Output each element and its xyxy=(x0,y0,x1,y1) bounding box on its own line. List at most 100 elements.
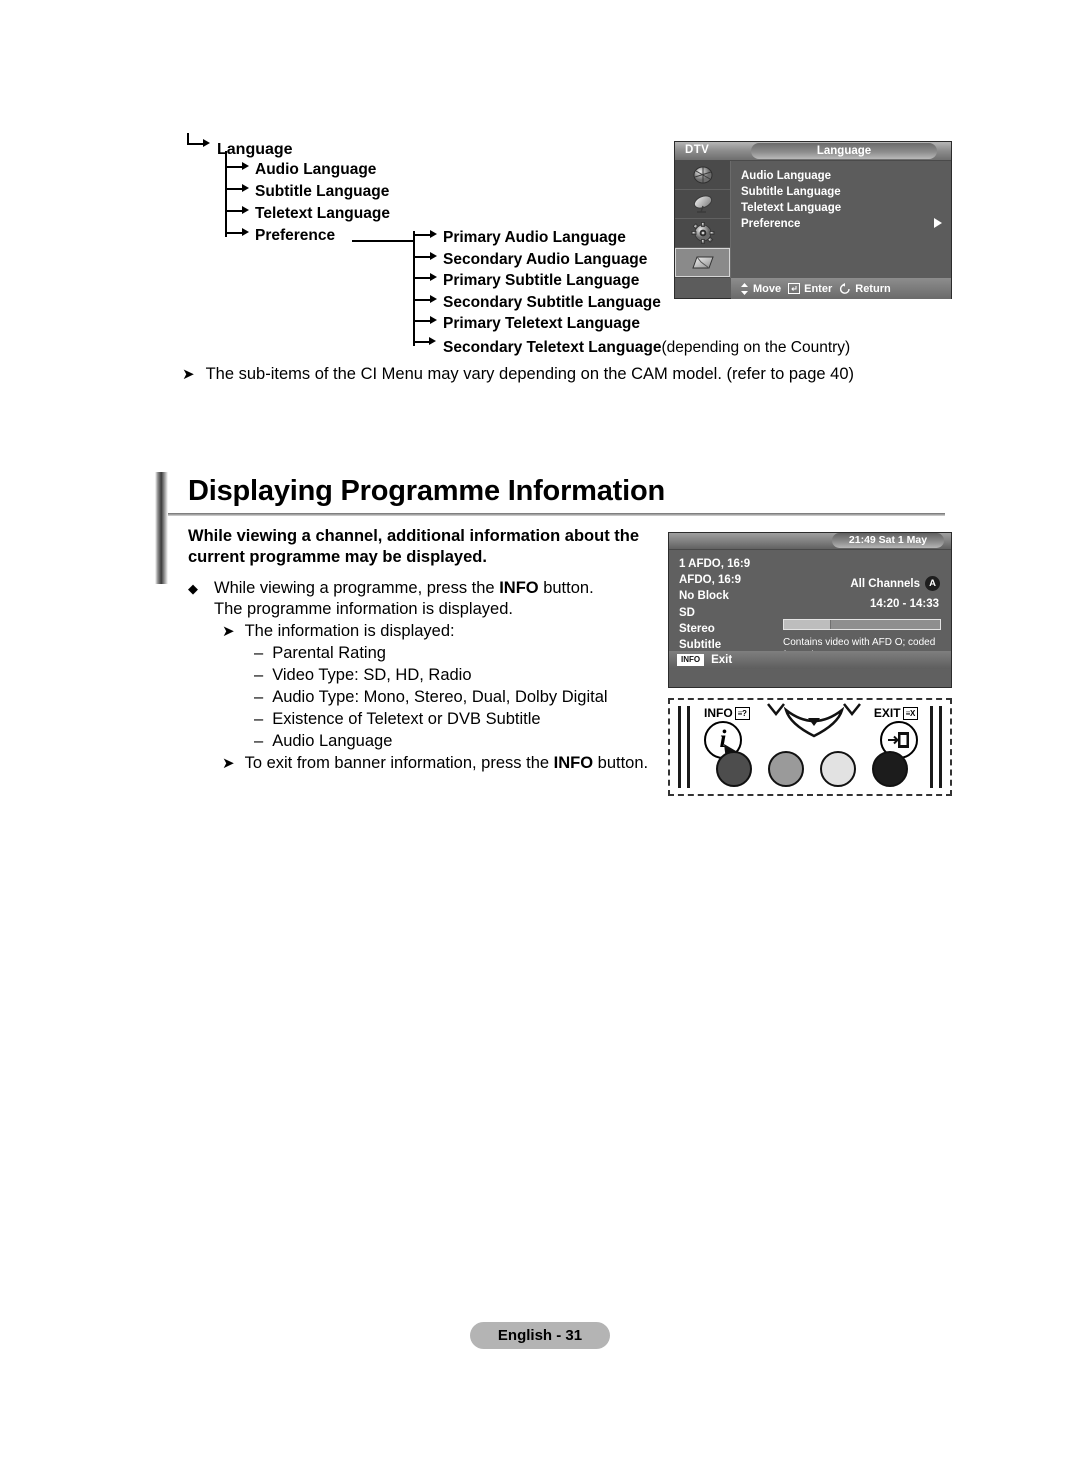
setup-icon xyxy=(691,256,714,268)
ci-menu-note-text: The sub-items of the CI Menu may vary de… xyxy=(205,365,854,383)
osd-menu-item-audio-language[interactable]: Audio Language xyxy=(741,168,946,184)
bullet-text: While viewing a programme, press the INF… xyxy=(214,578,594,620)
banner-titlebar: 21:49 Sat 1 May xyxy=(669,533,951,550)
dash-bullet-icon: – xyxy=(254,688,264,706)
osd-hint-move: Move xyxy=(740,282,782,295)
remote-edge-line xyxy=(939,706,942,788)
branch-arrow-icon xyxy=(224,204,250,218)
banner-footer-label: Exit xyxy=(711,654,733,666)
tv-osd-language-menu: DTV Language Audio Language Subtitle Lan… xyxy=(674,141,952,299)
osd-body: Audio Language Subtitle Language Teletex… xyxy=(675,161,951,299)
osd-hint-return: Return xyxy=(839,283,891,295)
branch-arrow-icon xyxy=(412,271,438,285)
remote-info-label: INFO xyxy=(704,706,733,720)
bullet-text-line2: The programme information is displayed. xyxy=(214,600,513,618)
exit-door-icon xyxy=(888,732,909,748)
osd-rail-item-sound[interactable] xyxy=(675,219,730,248)
subtree-item-label: Primary Audio Language xyxy=(443,229,626,246)
return-arrow-icon xyxy=(840,283,850,294)
osd-hint-label: Enter xyxy=(804,282,833,295)
gear-icon xyxy=(691,222,714,244)
branch-arrow-icon xyxy=(224,160,250,174)
page-title: Displaying Programme Information xyxy=(188,475,666,507)
banner-row-video-type: SD xyxy=(679,606,695,619)
osd-titlebar: DTV Language xyxy=(675,142,951,161)
banner-progress-fill xyxy=(784,620,831,629)
subtree-item-label: Primary Subtitle Language xyxy=(443,272,640,289)
tv-osd-programme-banner: 21:49 Sat 1 May 1 AFDO, 16:9 AFDO, 16:9 … xyxy=(668,532,952,688)
list-item-label: Video Type: SD, HD, Radio xyxy=(272,666,472,684)
remote-color-button-red[interactable] xyxy=(716,751,752,787)
branch-arrow-icon xyxy=(412,293,438,307)
list-item-label: Existence of Teletext or DVB Subtitle xyxy=(272,710,541,728)
tree-item-label: Subtitle Language xyxy=(255,183,390,200)
exit-teletext-chip-icon: ≡X xyxy=(902,706,918,720)
list-item: – Video Type: SD, HD, Radio xyxy=(254,664,658,686)
osd-menu-item-label: Audio Language xyxy=(741,170,832,182)
bullet-item-exit-banner: ➤ To exit from banner information, press… xyxy=(222,752,658,774)
list-item: – Parental Rating xyxy=(254,642,658,664)
remote-exit-label: EXIT xyxy=(873,706,901,720)
corner-arrow-icon xyxy=(186,133,212,154)
section-subtitle: While viewing a channel, additional info… xyxy=(188,527,640,566)
osd-icon-rail xyxy=(675,161,731,278)
tree-item-label: Teletext Language xyxy=(255,205,390,222)
info-teletext-chip-icon: ≡? xyxy=(734,706,750,720)
osd-menu-item-preference[interactable]: Preference xyxy=(741,216,946,232)
osd-source-label: DTV xyxy=(685,144,710,156)
corner-arrow-icon xyxy=(412,330,438,352)
banner-channel-list-label: All Channels xyxy=(850,577,920,590)
banner-progress-bar xyxy=(783,619,941,630)
subtree-item-label: Secondary Audio Language xyxy=(443,250,648,268)
bullet-item-information-displayed: ➤ The information is displayed: xyxy=(222,620,658,642)
banner-time-range: 14:20 - 14:33 xyxy=(869,598,939,610)
branch-arrow-icon xyxy=(224,182,250,196)
bullet-item-press-info: ◆ While viewing a programme, press the I… xyxy=(188,578,658,620)
subtree-item-label: Secondary Subtitle Language xyxy=(443,293,661,311)
instructions-body: ◆ While viewing a programme, press the I… xyxy=(188,578,658,774)
branch-arrow-icon xyxy=(412,314,438,328)
bullet-text: To exit from banner information, press t… xyxy=(245,752,649,774)
arrow-bullet-icon: ➤ xyxy=(222,754,235,772)
list-item-label: Audio Language xyxy=(272,732,393,750)
remote-exit-label-group: EXIT ≡X xyxy=(874,706,918,720)
chevron-right-icon xyxy=(934,218,942,228)
remote-color-button-green[interactable] xyxy=(768,751,804,787)
dash-bullet-icon: – xyxy=(254,710,264,728)
remote-dpad-icon[interactable] xyxy=(766,702,862,740)
section-divider xyxy=(165,513,945,516)
osd-hint-label: Move xyxy=(753,282,782,295)
osd-menu-item-teletext-language[interactable]: Teletext Language xyxy=(741,200,946,216)
remote-color-button-blue[interactable] xyxy=(872,751,908,787)
bullet-text-part: button. xyxy=(593,754,649,772)
remote-edge-line xyxy=(930,706,933,788)
banner-row-programme: AFDO, 16:9 xyxy=(679,574,741,587)
subtree-item-label: Primary Teletext Language xyxy=(443,315,640,332)
osd-rail-item-picture[interactable] xyxy=(675,161,730,190)
remote-color-button-yellow[interactable] xyxy=(820,751,856,787)
dash-bullet-icon: – xyxy=(254,732,264,750)
subtree-item-secondary-teletext: Secondary Teletext Language (depending o… xyxy=(412,330,892,358)
keyword-info: INFO xyxy=(499,579,539,597)
bullet-text-part: While viewing a programme, press the xyxy=(214,579,500,597)
osd-menu-item-subtitle-language[interactable]: Subtitle Language xyxy=(741,184,946,200)
banner-body: 1 AFDO, 16:9 AFDO, 16:9 No Block SD Ster… xyxy=(669,550,951,669)
osd-rail-item-setup[interactable] xyxy=(675,248,730,277)
satellite-dish-icon xyxy=(693,195,712,213)
osd-hint-enter: Enter xyxy=(788,283,832,295)
osd-rail-item-channel[interactable] xyxy=(675,190,730,219)
list-item-label: Audio Type: Mono, Stereo, Dual, Dolby Di… xyxy=(272,688,608,706)
banner-footer: INFO Exit xyxy=(669,651,951,669)
manual-page: Language Audio Language Subtitle Languag… xyxy=(0,0,1080,1464)
tree-item-label: Preference xyxy=(255,227,336,244)
banner-row-audio-type: Stereo xyxy=(679,622,715,635)
list-item: – Existence of Teletext or DVB Subtitle xyxy=(254,708,658,730)
displayed-info-list: – Parental Rating – Video Type: SD, HD, … xyxy=(254,642,658,752)
osd-title: Language xyxy=(751,143,937,159)
branch-arrow-icon xyxy=(412,250,438,264)
picture-icon xyxy=(693,166,712,184)
bullet-text: The information is displayed: xyxy=(244,622,455,640)
page-footer: English - 31 xyxy=(470,1322,610,1349)
banner-clock: 21:49 Sat 1 May xyxy=(832,533,944,548)
diamond-bullet-icon: ◆ xyxy=(188,582,198,597)
